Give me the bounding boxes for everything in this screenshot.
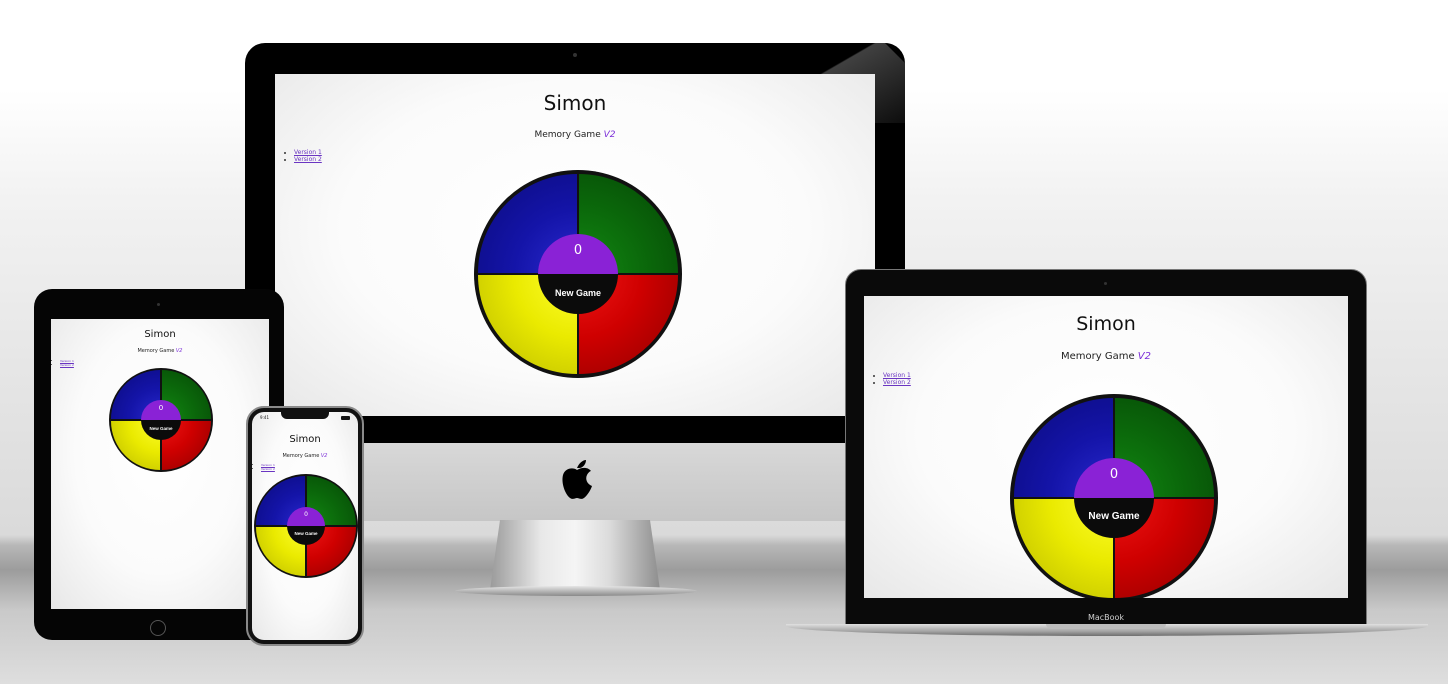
- center-hub: 0 New Game: [1074, 458, 1154, 538]
- page-subtitle: Memory Game V2: [275, 130, 875, 140]
- simon-board: 0 New Game: [254, 474, 358, 578]
- simon-board: 0 New Game: [474, 170, 682, 378]
- list-item: Version 2: [883, 379, 911, 386]
- subtitle-text: Memory Game: [1060, 351, 1135, 362]
- macbook-label: MacBook: [1087, 613, 1125, 622]
- list-item: Version 2: [60, 363, 74, 367]
- camera-icon: [573, 53, 577, 57]
- version-list: Version 1 Version 2: [878, 372, 911, 386]
- new-game-button[interactable]: New Game: [1074, 498, 1154, 538]
- score-display: 0: [141, 400, 181, 420]
- version-list: Version 1 Version 2: [57, 359, 74, 367]
- macbook-screen: Simon Memory Game V2 Version 1 Version 2…: [864, 296, 1348, 598]
- macbook-notch: [1046, 624, 1166, 629]
- subtitle-version: V2: [320, 453, 328, 459]
- new-game-button[interactable]: New Game: [538, 274, 618, 314]
- camera-icon: [1104, 282, 1107, 285]
- version-list: Version 1 Version 2: [258, 463, 275, 471]
- page-title: Simon: [543, 91, 607, 115]
- simon-board: 0 New Game: [1010, 394, 1218, 598]
- imac-foot: [455, 586, 697, 596]
- list-item: Version 1: [294, 149, 322, 156]
- imac-screen: Simon Memory Game V2 Version 1 Version 2…: [275, 74, 875, 416]
- score-display: 0: [538, 234, 618, 274]
- page-subtitle: Memory Game V2: [864, 351, 1348, 362]
- center-hub: 0 New Game: [538, 234, 618, 314]
- apple-logo-icon: [562, 460, 592, 499]
- battery-icon: [341, 416, 350, 420]
- version-2-link[interactable]: Version 2: [261, 467, 275, 471]
- page-subtitle: Memory Game V2: [252, 453, 358, 459]
- version-2-link[interactable]: Version 2: [883, 379, 911, 386]
- status-time: 9:41: [260, 415, 269, 420]
- page-title: Simon: [144, 329, 176, 340]
- new-game-button[interactable]: New Game: [141, 420, 181, 440]
- page-title: Simon: [1076, 313, 1136, 335]
- version-2-link[interactable]: Version 2: [294, 156, 322, 163]
- subtitle-text: Memory Game: [137, 348, 175, 354]
- subtitle-text: Memory Game: [534, 130, 601, 140]
- list-item: Version 2: [261, 467, 275, 471]
- subtitle-version: V2: [1137, 351, 1151, 362]
- center-hub: 0 New Game: [141, 400, 181, 440]
- subtitle-text: Memory Game: [282, 453, 320, 459]
- imac-stand: [490, 520, 660, 590]
- new-game-button[interactable]: New Game: [287, 526, 325, 545]
- subtitle-version: V2: [175, 348, 183, 354]
- iphone-screen: 9:41 Simon Memory Game V2 Version 1 Vers…: [252, 412, 358, 640]
- iphone-notch: [281, 411, 329, 419]
- subtitle-version: V2: [603, 130, 616, 140]
- score-display: 0: [287, 507, 325, 526]
- center-hub: 0 New Game: [287, 507, 325, 545]
- version-list: Version 1 Version 2: [289, 149, 322, 163]
- version-2-link[interactable]: Version 2: [60, 363, 74, 367]
- page-subtitle: Memory Game V2: [51, 348, 269, 354]
- version-1-link[interactable]: Version 1: [883, 372, 911, 379]
- camera-icon: [157, 303, 160, 306]
- ipad-screen: Simon Memory Game V2 Version 1 Version 2…: [51, 319, 269, 609]
- home-button-icon: [150, 620, 166, 636]
- page-title: Simon: [289, 434, 321, 445]
- simon-board: 0 New Game: [109, 368, 213, 472]
- list-item: Version 2: [294, 156, 322, 163]
- list-item: Version 1: [883, 372, 911, 379]
- version-1-link[interactable]: Version 1: [294, 149, 322, 156]
- score-display: 0: [1074, 458, 1154, 498]
